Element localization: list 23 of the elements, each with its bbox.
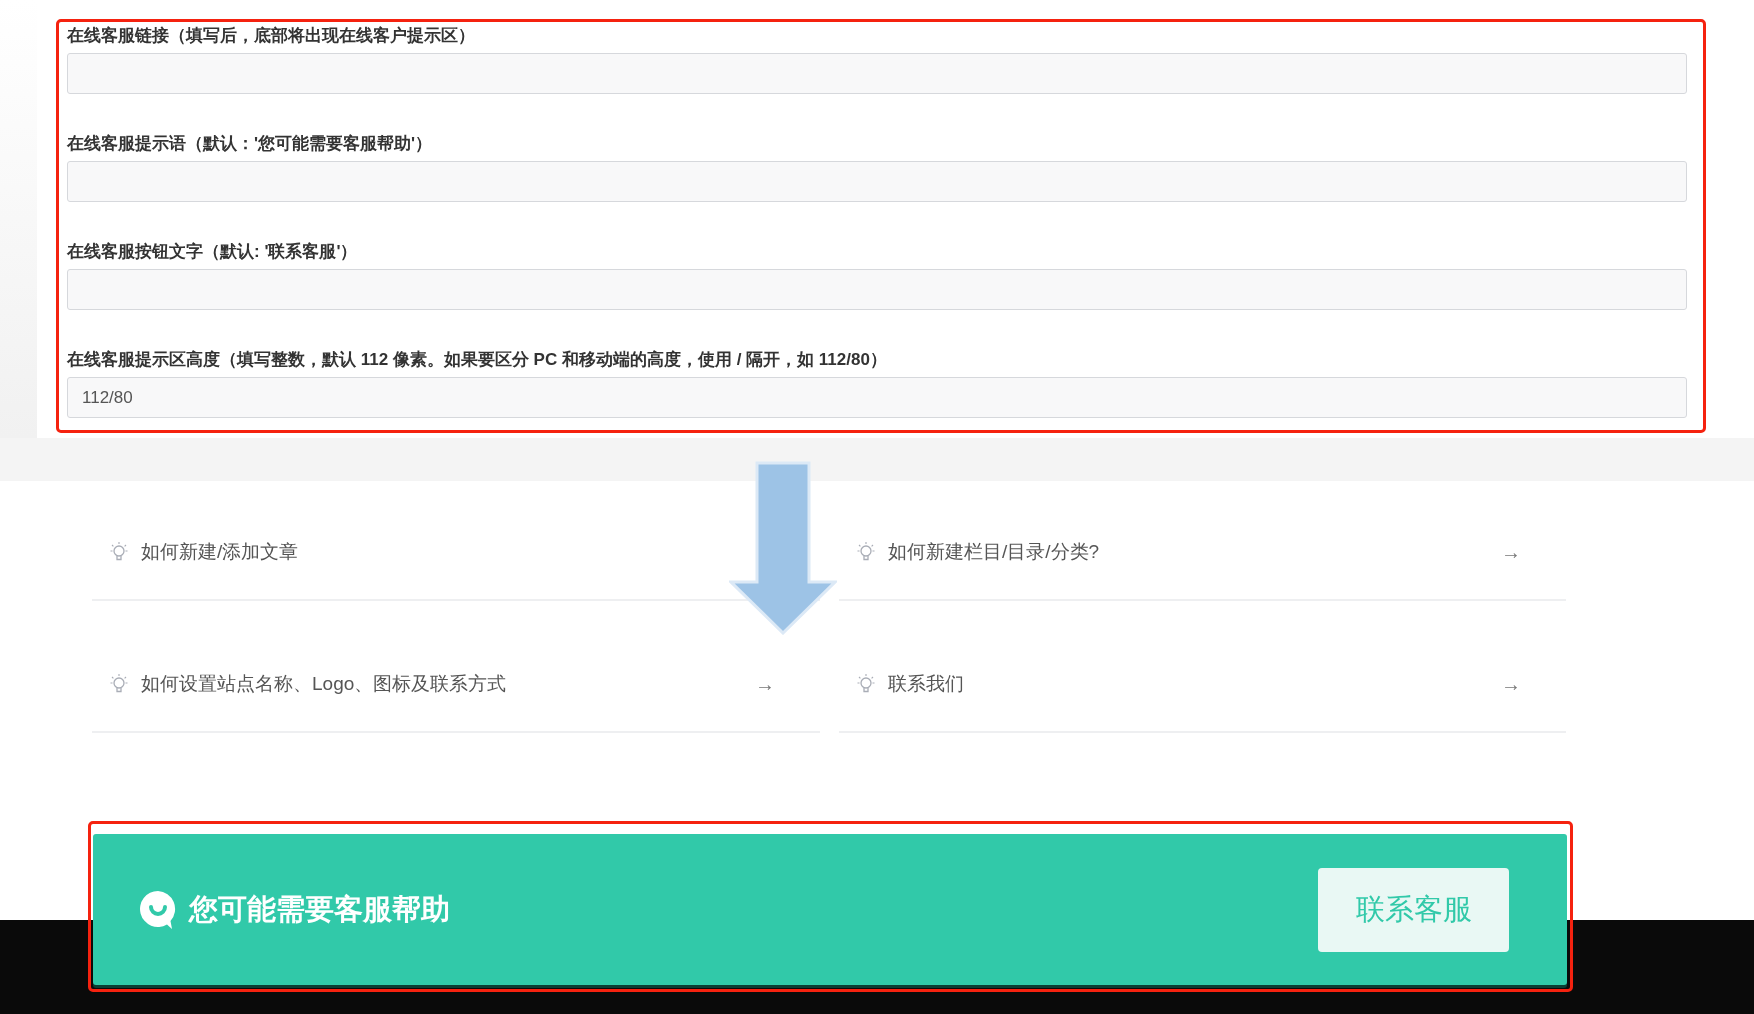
arrow-icon: → [755,669,775,699]
field-label: 在线客服提示语（默认：'您可能需要客服帮助'） [67,133,434,155]
help-link-text: 如何设置站点名称、Logo、图标及联系方式 [141,672,508,696]
banner-message: 您可能需要客服帮助 [189,891,451,927]
help-link-text: 联系我们 [888,672,965,696]
field-label: 在线客服按钮文字（默认: '联系客服'） [67,241,359,263]
field-label: 在线客服提示区高度（填写整数，默认 112 像素。如果要区分 PC 和移动端的高度，使用 / 隔开，如 112/80） [67,349,888,371]
input-field[interactable] [67,161,1687,202]
input-field[interactable] [67,53,1687,94]
input-field[interactable]: 112/80 [67,377,1687,418]
help-link-text: 如何新建栏目/目录/分类? [888,540,1101,564]
lightbulb-icon [110,673,128,695]
help-link[interactable]: 联系我们 → [839,613,1566,733]
arrow-icon: → [1501,537,1521,567]
help-link-text: 如何新建/添加文章 [141,540,300,564]
lightbulb-icon [857,541,875,563]
input-field[interactable] [67,269,1687,310]
chat-bubble-icon [139,889,177,930]
help-link[interactable]: 如何新建栏目/目录/分类? → [839,481,1566,601]
arrow-icon: → [1501,669,1521,699]
field-label: 在线客服链接（填写后，底部将出现在线客户提示区） [67,25,476,47]
lightbulb-icon [110,541,128,563]
lightbulb-icon [857,673,875,695]
